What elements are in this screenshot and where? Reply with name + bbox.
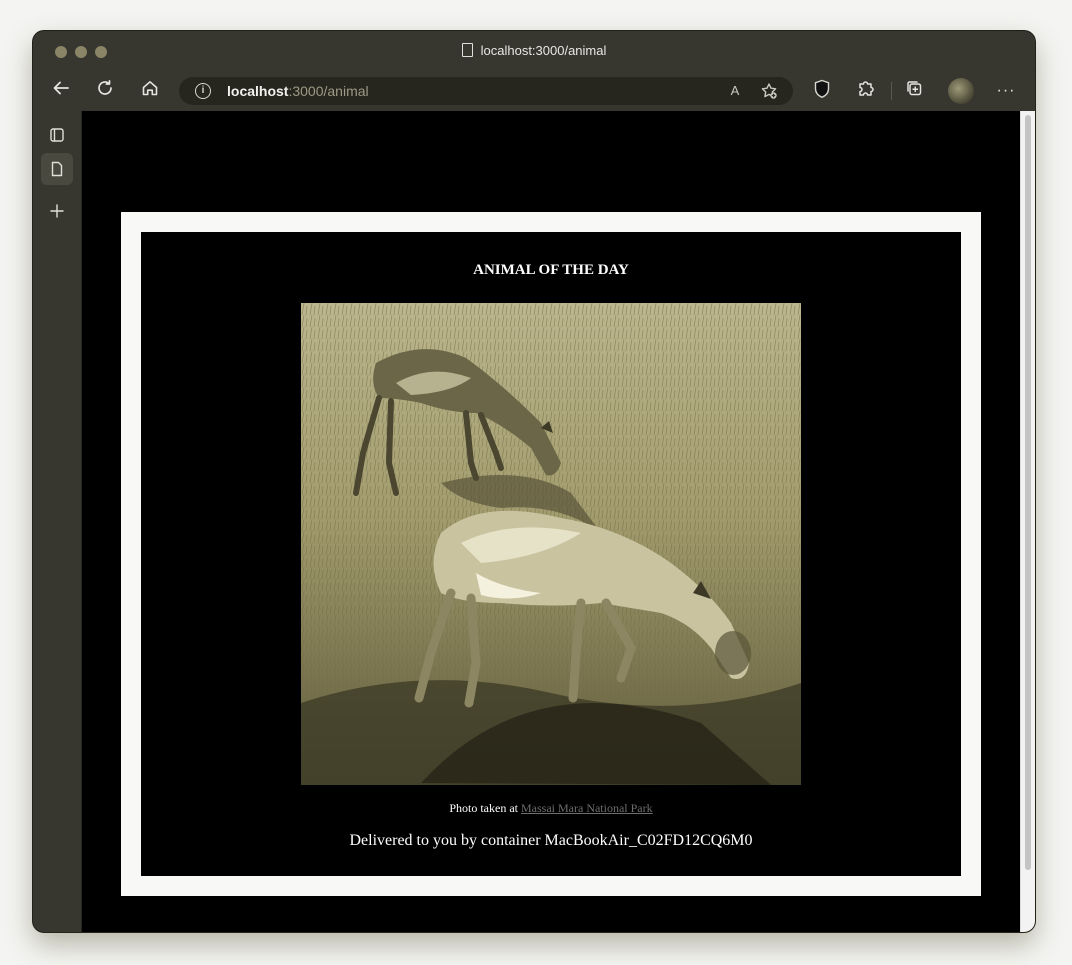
tab-item-animal[interactable] — [41, 153, 73, 185]
title-bar: localhost:3000/animal — [33, 31, 1035, 71]
read-aloud-icon[interactable]: A — [725, 81, 745, 101]
toolbar-divider — [891, 82, 892, 100]
more-icon[interactable]: ··· — [994, 79, 1018, 103]
caption-prefix: Photo taken at — [449, 801, 518, 815]
add-favorite-icon[interactable] — [759, 81, 779, 101]
impala-photo-illustration — [301, 303, 801, 785]
container-info: Delivered to you by container MacBookAir… — [349, 832, 753, 849]
profile-avatar[interactable] — [948, 78, 974, 104]
browser-window: localhost:3000/animal i localhost:3000/a… — [33, 31, 1035, 932]
home-icon[interactable] — [138, 79, 162, 103]
page-viewport: ANIMAL OF THE DAY Photo taken at Massai … — [82, 111, 1035, 932]
page-title: ANIMAL OF THE DAY — [473, 262, 629, 278]
content-frame: ANIMAL OF THE DAY Photo taken at Massai … — [121, 212, 981, 896]
vertical-tabs-sidebar — [33, 111, 82, 932]
tab-title[interactable]: localhost:3000/animal — [33, 43, 1035, 58]
photo-caption: Photo taken at Massai Mara National Park — [141, 801, 961, 816]
scrollbar-thumb[interactable] — [1025, 115, 1031, 870]
tab-title-text: localhost:3000/animal — [480, 43, 607, 58]
reload-icon[interactable] — [93, 79, 117, 103]
page-scrollbar[interactable] — [1020, 111, 1035, 932]
puzzle-icon[interactable] — [854, 79, 878, 103]
browser-toolbar: i localhost:3000/animal A ··· — [33, 71, 1035, 111]
collections-icon[interactable] — [902, 79, 926, 103]
url-text[interactable]: localhost:3000/animal — [227, 83, 369, 99]
location-link[interactable]: Massai Mara National Park — [521, 801, 653, 815]
url-host: localhost — [227, 83, 289, 99]
info-icon[interactable]: i — [195, 83, 211, 99]
ublock-shield-icon[interactable] — [810, 79, 834, 103]
document-icon — [461, 43, 473, 57]
new-tab-button[interactable] — [41, 195, 73, 227]
animal-photo — [301, 303, 801, 785]
address-bar[interactable]: i localhost:3000/animal A — [179, 77, 793, 105]
url-path: :3000/animal — [288, 83, 369, 99]
content-panel: ANIMAL OF THE DAY Photo taken at Massai … — [141, 232, 961, 876]
back-arrow-icon[interactable] — [49, 79, 73, 103]
tab-actions-icon[interactable] — [41, 119, 73, 151]
